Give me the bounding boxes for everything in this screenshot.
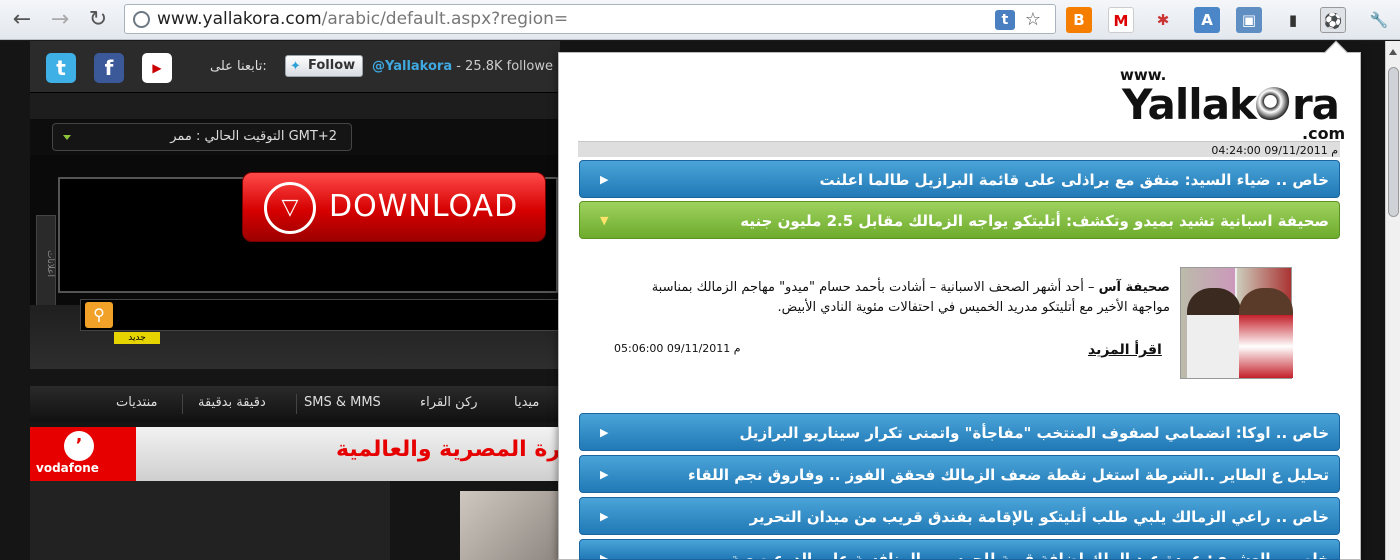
social-bar: t f ▶ تابعنا على: ✦ Follow @Yallakora - 2…	[30, 41, 560, 93]
dropdown-arrow-icon	[63, 135, 71, 140]
story-image[interactable]	[1180, 267, 1293, 379]
player-right	[1239, 288, 1293, 378]
news-title: صحيفة اسبانية تشيد بميدو وتكشف: أتليتكو …	[740, 212, 1329, 230]
facebook-icon[interactable]: f	[94, 53, 124, 83]
content-thumbnail[interactable]	[460, 491, 560, 560]
new-badge: جديد	[114, 332, 160, 344]
spacer-strip	[30, 93, 560, 119]
search-input[interactable]	[80, 299, 560, 331]
news-title: خاص .. راعي الزمالك يلبي طلب أتليتكو بال…	[749, 508, 1329, 526]
globe-icon	[133, 11, 150, 28]
menu-separator	[296, 394, 297, 414]
scroll-up-arrow-icon[interactable]	[1389, 49, 1397, 55]
date-bar: 04:24:00 09/11/2011 م	[578, 141, 1340, 157]
twitter-handle[interactable]: @Yallakora - 25.8K followe	[372, 59, 553, 74]
phone-ext-icon[interactable]: ▮	[1280, 7, 1306, 33]
clock-bar: التوقيت الحالي : ممر GMT+2	[30, 119, 560, 155]
main-menu: منتديات دقيقة بدقيقة SMS & MMS ركن القرا…	[30, 386, 560, 422]
vodafone-ad-text: رة المصرية والعالمية	[336, 437, 560, 462]
star-ext-icon[interactable]: ✱	[1150, 7, 1176, 33]
football-icon	[1255, 86, 1292, 123]
menu-item-media[interactable]: ميديا	[514, 395, 539, 410]
star-bookmark-icon[interactable]: ☆	[1023, 10, 1043, 30]
vodafone-brand: vodafone	[36, 461, 99, 475]
news-title: خاص .. ضياء السيد: منفق مع براذلى على قا…	[819, 171, 1329, 189]
menu-item-readers[interactable]: ركن القراء	[420, 395, 478, 410]
twitter-icon[interactable]: t	[46, 53, 76, 83]
vodafone-logo-icon: ’	[64, 431, 94, 461]
chevron-right-icon: ▶	[600, 468, 609, 481]
address-bar[interactable]: www.yallakora.com/arabic/default.aspx?re…	[124, 4, 1056, 34]
wrench-icon[interactable]: 🔧	[1366, 7, 1392, 33]
news-item[interactable]: ▶ خاص .. اوكا: انضمامي لصفوف المنتخب "مف…	[579, 413, 1340, 451]
player-left	[1187, 288, 1241, 378]
blogger-icon[interactable]: B	[1066, 7, 1092, 33]
reload-icon[interactable]: ↻	[84, 6, 112, 34]
tumblr-icon[interactable]: t	[995, 10, 1015, 30]
content-block	[30, 481, 390, 560]
vodafone-ad-body: رة المصرية والعالمية	[136, 427, 560, 481]
youtube-icon[interactable]: ▶	[142, 53, 172, 83]
news-title: خاص .. اوكا: انضمامي لصفوف المنتخب "مفاج…	[739, 424, 1329, 442]
chevron-right-icon: ▶	[600, 510, 609, 523]
story-date: 05:06:00 09/11/2011 م	[614, 342, 741, 355]
back-icon[interactable]: ←	[8, 6, 36, 34]
news-story: صحيفة آس – أحد أشهر الصحف الاسبانية – أش…	[600, 262, 1300, 402]
chevron-right-icon: ▶	[600, 426, 609, 439]
news-item[interactable]: ▶ تحليل ع الطاير ..الشرطة استغل نقطة ضعف…	[579, 455, 1340, 493]
bird-icon: ✦	[290, 59, 301, 74]
gmail-icon[interactable]: M	[1108, 7, 1134, 33]
download-arrow-icon: ▽	[264, 182, 316, 234]
news-title: خاص .. العشري: عودة عبد الملك إضافة قوية…	[730, 550, 1329, 560]
read-more-link[interactable]: اقرأ المزيد	[1088, 342, 1162, 358]
vodafone-logo-area: ’ vodafone	[30, 427, 136, 481]
scrollbar[interactable]	[1385, 41, 1400, 560]
chevron-down-icon: ▼	[600, 214, 609, 227]
menu-item-live[interactable]: دقيقة بدقيقة	[198, 395, 266, 410]
current-date: 04:24:00 09/11/2011 م	[1211, 144, 1338, 157]
football-ext-icon[interactable]: ⚽	[1320, 7, 1346, 33]
screen-ext-icon[interactable]: ▣	[1236, 7, 1262, 33]
follow-us-label: تابعنا على:	[210, 59, 267, 74]
news-title: تحليل ع الطاير ..الشرطة استغل نقطة ضعف ا…	[688, 466, 1329, 484]
ads-tab[interactable]: اعلانات	[36, 215, 56, 311]
yallakora-logo[interactable]: www. Yallak ra .com	[1120, 66, 1345, 146]
browser-toolbar: ← → ↻ www.yallakora.com/arabic/default.a…	[0, 0, 1400, 40]
search-icon[interactable]: ⚲	[85, 302, 113, 328]
vodafone-ad[interactable]: ’ vodafone رة المصرية والعالمية	[30, 427, 560, 481]
translate-icon[interactable]: A	[1194, 7, 1220, 33]
logo-wordmark: Yallak ra	[1122, 80, 1340, 129]
news-item[interactable]: ▶ خاص .. العشري: عودة عبد الملك إضافة قو…	[579, 539, 1340, 560]
timezone-select[interactable]: التوقيت الحالي : ممر GMT+2	[52, 123, 352, 151]
menu-item-sms[interactable]: SMS & MMS	[304, 395, 381, 410]
chevron-right-icon: ▶	[600, 173, 609, 186]
menu-item-forums[interactable]: منتديات	[116, 395, 157, 410]
forward-icon[interactable]: →	[46, 6, 74, 34]
scrollbar-thumb[interactable]	[1388, 67, 1399, 217]
url-text: www.yallakora.com/arabic/default.aspx?re…	[157, 9, 569, 29]
news-item[interactable]: ▶ خاص .. ضياء السيد: منفق مع براذلى على …	[579, 160, 1340, 198]
menu-separator	[182, 394, 183, 414]
twitter-follow-button[interactable]: ✦ Follow	[285, 55, 363, 77]
story-body: صحيفة آس – أحد أشهر الصحف الاسبانية – أش…	[651, 280, 1170, 315]
chevron-right-icon: ▶	[600, 552, 609, 560]
news-item[interactable]: ▶ خاص .. راعي الزمالك يلبي طلب أتليتكو ب…	[579, 497, 1340, 535]
news-item-expanded[interactable]: ▼ صحيفة اسبانية تشيد بميدو وتكشف: أتليتك…	[579, 201, 1340, 239]
